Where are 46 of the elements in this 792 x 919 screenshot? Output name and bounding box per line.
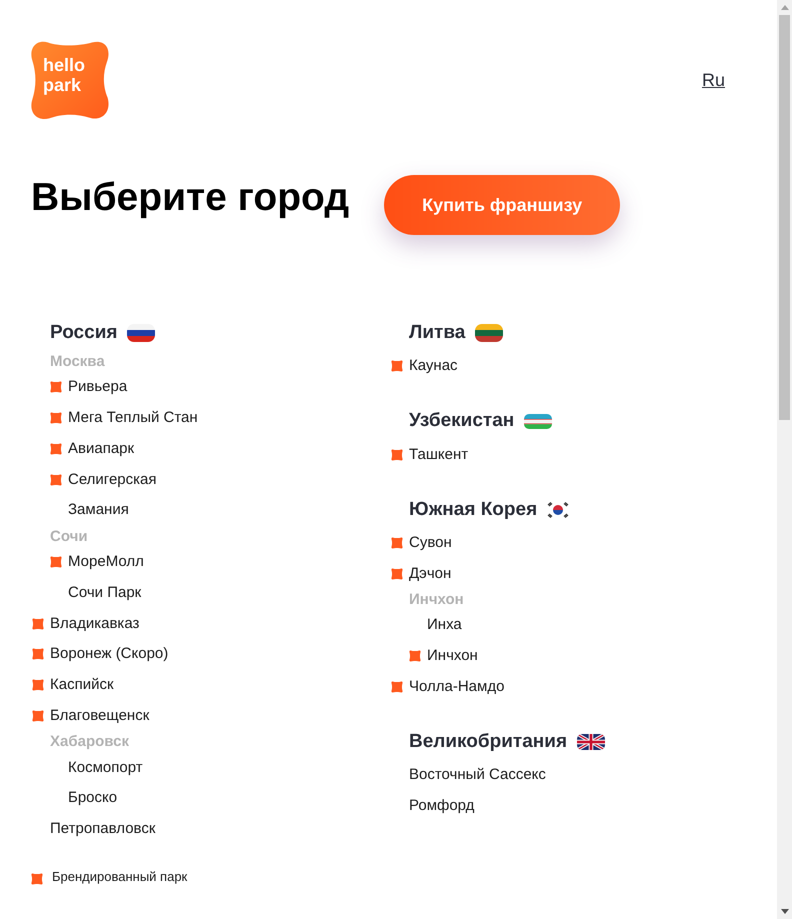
park-link[interactable]: Ташкент xyxy=(409,444,468,465)
park-link[interactable]: Селигерская xyxy=(68,470,156,490)
park-link[interactable]: Воронеж (Скоро) xyxy=(50,644,168,664)
scrollbar-thumb[interactable] xyxy=(779,15,790,420)
blob-marker-icon xyxy=(31,872,43,884)
park-link[interactable]: Замания xyxy=(68,500,129,520)
park-link[interactable]: Благовещенск xyxy=(50,706,150,726)
logo-text: hello park xyxy=(43,55,86,95)
country-heading: Великобритания xyxy=(409,730,568,754)
park-link[interactable]: Мега Теплый Стан xyxy=(68,408,198,428)
park-link[interactable]: Ромфорд xyxy=(409,796,474,816)
scroll-down-icon[interactable] xyxy=(780,909,788,914)
park-link[interactable]: Каунас xyxy=(409,356,458,376)
park-link[interactable]: Космопорт xyxy=(68,758,143,778)
park-link[interactable]: Сочи Парк xyxy=(68,582,142,603)
park-link[interactable]: Владикавказ xyxy=(50,614,140,634)
park-link[interactable]: МореМолл xyxy=(68,552,144,572)
district-heading: Сочи xyxy=(50,526,88,547)
park-link[interactable]: Восточный Сассекс xyxy=(409,765,546,786)
district-heading: Инчхон xyxy=(409,590,464,610)
flag-icon xyxy=(524,414,552,429)
legend-label: Брендированный парк xyxy=(52,868,188,886)
district-heading: Хабаровск xyxy=(50,732,129,752)
park-link[interactable]: Инха xyxy=(427,615,462,636)
language-link[interactable]: Ru xyxy=(702,66,725,94)
flag-icon xyxy=(577,734,606,750)
park-link[interactable]: Ривьера xyxy=(68,377,128,398)
park-link[interactable]: Сувон xyxy=(409,532,452,553)
page-title: Выберите город xyxy=(31,175,350,221)
park-link[interactable]: Авиапарк xyxy=(68,438,134,459)
scroll-up-icon[interactable] xyxy=(780,5,788,10)
flag-icon xyxy=(475,324,504,342)
park-link[interactable]: Петропавловск xyxy=(50,819,156,840)
park-link[interactable]: Дэчон xyxy=(409,564,452,584)
park-link[interactable]: Инчхон xyxy=(427,646,478,666)
country-heading: Южная Корея xyxy=(409,498,538,522)
park-link[interactable]: Каспийск xyxy=(50,675,114,696)
district-heading: Москва xyxy=(50,352,105,372)
park-link[interactable]: Броско xyxy=(68,788,118,808)
country-heading: Узбекистан xyxy=(409,409,514,434)
scrollbar[interactable] xyxy=(777,0,792,919)
park-link[interactable]: Чолла-Намдо xyxy=(409,676,504,697)
flag-icon xyxy=(547,500,570,518)
country-heading: Литва xyxy=(409,321,466,345)
country-heading: Россия xyxy=(50,321,118,345)
flag-icon xyxy=(127,324,156,342)
